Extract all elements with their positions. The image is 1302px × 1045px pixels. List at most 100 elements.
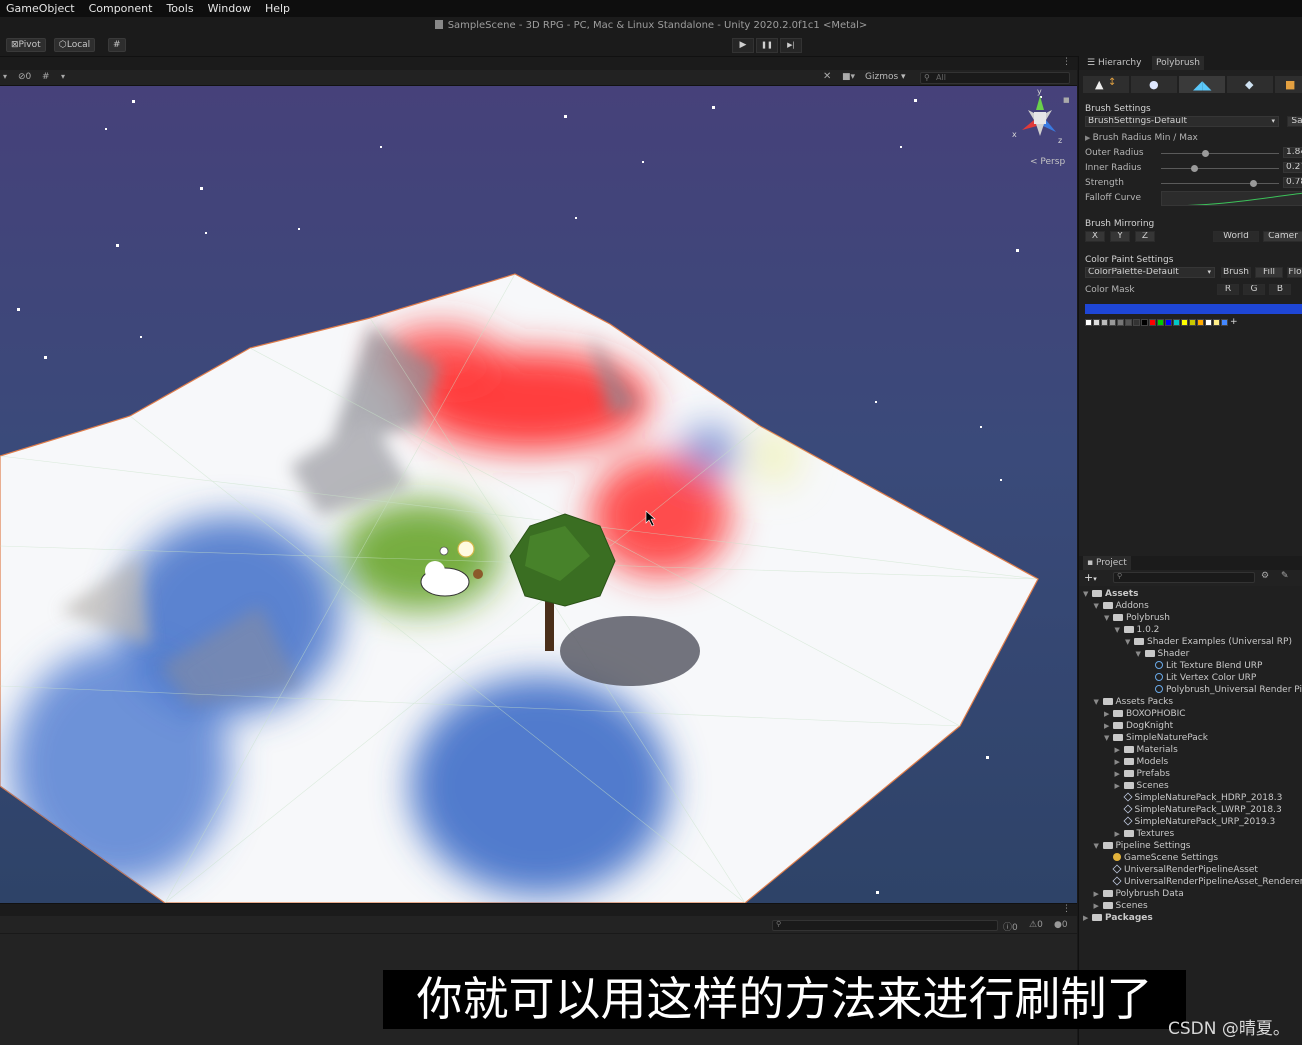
project-tree-item[interactable]: Lit Vertex Color URP <box>1146 672 1256 684</box>
color-swatch[interactable] <box>1133 319 1140 326</box>
sculpt-mode-button[interactable]: ▲ ↕ <box>1083 76 1129 93</box>
project-tree-item[interactable]: GameScene Settings <box>1104 852 1218 864</box>
inner-radius-slider[interactable] <box>1190 165 1198 172</box>
project-tree-item[interactable]: ▶ Packages <box>1083 912 1153 924</box>
menu-component[interactable]: Component <box>89 2 153 15</box>
menu-tools[interactable]: Tools <box>166 2 193 15</box>
project-tree-item[interactable]: ▶ Scenes <box>1094 900 1148 912</box>
expand-open-icon[interactable]: ▼ <box>1104 732 1113 744</box>
mirror-x-toggle[interactable]: X <box>1085 231 1105 242</box>
play-button[interactable]: ▶ <box>732 38 754 53</box>
color-swatch[interactable] <box>1205 319 1212 326</box>
info-toggle[interactable]: ⓘ0 <box>1003 920 1018 933</box>
project-tree-item[interactable]: ▶ Materials <box>1115 744 1178 756</box>
expand-closed-icon[interactable]: ▶ <box>1115 744 1124 756</box>
outer-radius-field[interactable]: 1.84 <box>1283 147 1302 158</box>
grid-toggle[interactable]: # <box>42 72 50 82</box>
expand-closed-icon[interactable]: ▶ <box>1094 888 1103 900</box>
expand-open-icon[interactable]: ▼ <box>1094 840 1103 852</box>
menu-gameobject[interactable]: GameObject <box>6 2 75 15</box>
color-swatch[interactable] <box>1101 319 1108 326</box>
project-tree-item[interactable]: ▼ Addons <box>1094 600 1149 612</box>
menu-help[interactable]: Help <box>265 2 290 15</box>
paint-flood-mode-button[interactable]: Flo <box>1287 267 1302 278</box>
color-swatch[interactable] <box>1141 319 1148 326</box>
draw-mode-dropdown[interactable]: ▾ <box>3 72 7 81</box>
project-tree-item[interactable]: SimpleNaturePack_HDRP_2018.3 <box>1115 792 1282 804</box>
texture-mode-button[interactable]: ◆ <box>1227 76 1273 93</box>
filter-by-label-icon[interactable]: ✎ <box>1281 571 1289 581</box>
scene-tab-menu-icon[interactable]: ⋮ <box>1062 57 1071 67</box>
brush-settings-dropdown[interactable]: BrushSettings-Default ▾ <box>1085 116 1279 127</box>
strength-field[interactable]: 0.78 <box>1283 177 1302 188</box>
color-swatch[interactable] <box>1149 319 1156 326</box>
expand-open-icon[interactable]: ▼ <box>1125 636 1134 648</box>
console-search-field[interactable]: ⚲ <box>772 920 998 931</box>
color-swatch[interactable] <box>1197 319 1204 326</box>
expand-closed-icon[interactable]: ▶ <box>1115 780 1124 792</box>
project-tree-item[interactable]: SimpleNaturePack_URP_2019.3 <box>1115 816 1275 828</box>
project-tree-item[interactable]: UniversalRenderPipelineAsset_Renderer <box>1104 876 1302 888</box>
expand-closed-icon[interactable]: ▶ <box>1115 768 1124 780</box>
color-swatch[interactable] <box>1085 319 1092 326</box>
warning-toggle[interactable]: ⚠0 <box>1029 920 1043 930</box>
color-swatch[interactable] <box>1173 319 1180 326</box>
project-tree-item[interactable]: ▶ Textures <box>1115 828 1175 840</box>
mirror-y-toggle[interactable]: Y <box>1110 231 1130 242</box>
expand-open-icon[interactable]: ▼ <box>1104 612 1113 624</box>
inner-radius-track[interactable] <box>1161 168 1279 169</box>
console-menu-icon[interactable]: ⋮ <box>1062 904 1071 914</box>
project-tree-item[interactable]: ▼ Assets <box>1083 588 1138 600</box>
expand-open-icon[interactable]: ▼ <box>1083 588 1092 600</box>
project-tree-item[interactable]: Polybrush_Universal Render Pipe <box>1146 684 1302 696</box>
expand-closed-icon[interactable]: ▶ <box>1115 828 1124 840</box>
outer-radius-slider[interactable] <box>1202 150 1210 157</box>
project-tree-item[interactable]: UniversalRenderPipelineAsset <box>1104 864 1258 876</box>
strength-slider[interactable] <box>1249 180 1257 187</box>
project-search-field[interactable]: ⚲ <box>1113 572 1255 583</box>
falloff-curve-field[interactable] <box>1161 191 1302 206</box>
mirror-z-toggle[interactable]: Z <box>1135 231 1155 242</box>
expand-closed-icon[interactable]: ▶ <box>1094 900 1103 912</box>
project-tree-item[interactable]: SimpleNaturePack_LWRP_2018.3 <box>1115 804 1282 816</box>
project-tree-item[interactable]: ▶ BOXOPHOBIC <box>1104 708 1186 720</box>
expand-open-icon[interactable]: ▼ <box>1136 648 1145 660</box>
mask-g-toggle[interactable]: G <box>1243 284 1265 295</box>
color-swatch[interactable] <box>1157 319 1164 326</box>
grid-dropdown[interactable]: ▾ <box>61 72 65 81</box>
paint-fill-mode-button[interactable]: Fill <box>1255 267 1283 278</box>
color-swatch[interactable] <box>1117 319 1124 326</box>
add-swatch-button[interactable]: + <box>1230 318 1238 327</box>
expand-closed-icon[interactable]: ▶ <box>1104 708 1113 720</box>
expand-closed-icon[interactable]: ▶ <box>1104 720 1113 732</box>
project-tree-item[interactable]: ▼ 1.0.2 <box>1115 624 1160 636</box>
paint-mode-button[interactable]: ◢◣ <box>1179 76 1225 93</box>
gizmos-dropdown[interactable]: Gizmos ▾ <box>865 72 906 82</box>
tab-polybrush[interactable]: Polybrush <box>1152 56 1204 70</box>
scene-view[interactable]: y x z < Persp ■ <box>0 86 1077 903</box>
project-tree-item[interactable]: ▶ Prefabs <box>1115 768 1170 780</box>
outer-radius-track[interactable] <box>1161 153 1279 154</box>
filter-by-type-icon[interactable]: ⚙ <box>1261 571 1269 581</box>
project-tree-item[interactable]: ▶ DogKnight <box>1104 720 1173 732</box>
color-swatch[interactable] <box>1221 319 1228 326</box>
brush-radius-foldout[interactable]: ▶ Brush Radius Min / Max <box>1085 133 1198 143</box>
project-tree-item[interactable]: ▶ Scenes <box>1115 780 1169 792</box>
mirror-camera-toggle[interactable]: Camer <box>1263 231 1302 242</box>
pivot-toggle[interactable]: ⊠Pivot <box>6 38 46 52</box>
strength-track[interactable] <box>1161 183 1279 184</box>
smooth-mode-button[interactable]: ● <box>1131 76 1177 93</box>
visibility-toggle[interactable]: ⊘0 <box>18 72 31 82</box>
expand-open-icon[interactable]: ▼ <box>1094 696 1103 708</box>
project-tree-item[interactable]: Lit Texture Blend URP <box>1146 660 1262 672</box>
expand-closed-icon[interactable]: ▶ <box>1115 756 1124 768</box>
mirror-world-toggle[interactable]: World <box>1213 231 1259 242</box>
project-tree-item[interactable]: ▼ SimpleNaturePack <box>1104 732 1208 744</box>
project-tree-item[interactable]: ▼ Pipeline Settings <box>1094 840 1191 852</box>
project-tree-item[interactable]: ▼ Shader Examples (Universal RP) <box>1125 636 1292 648</box>
color-palette-dropdown[interactable]: ColorPalette-Default ▾ <box>1085 267 1215 278</box>
project-tree-item[interactable]: ▼ Assets Packs <box>1094 696 1174 708</box>
tab-project[interactable]: ▪ Project <box>1083 556 1131 570</box>
camera-dropdown[interactable]: ■▾ <box>842 72 855 82</box>
color-swatch[interactable] <box>1181 319 1188 326</box>
